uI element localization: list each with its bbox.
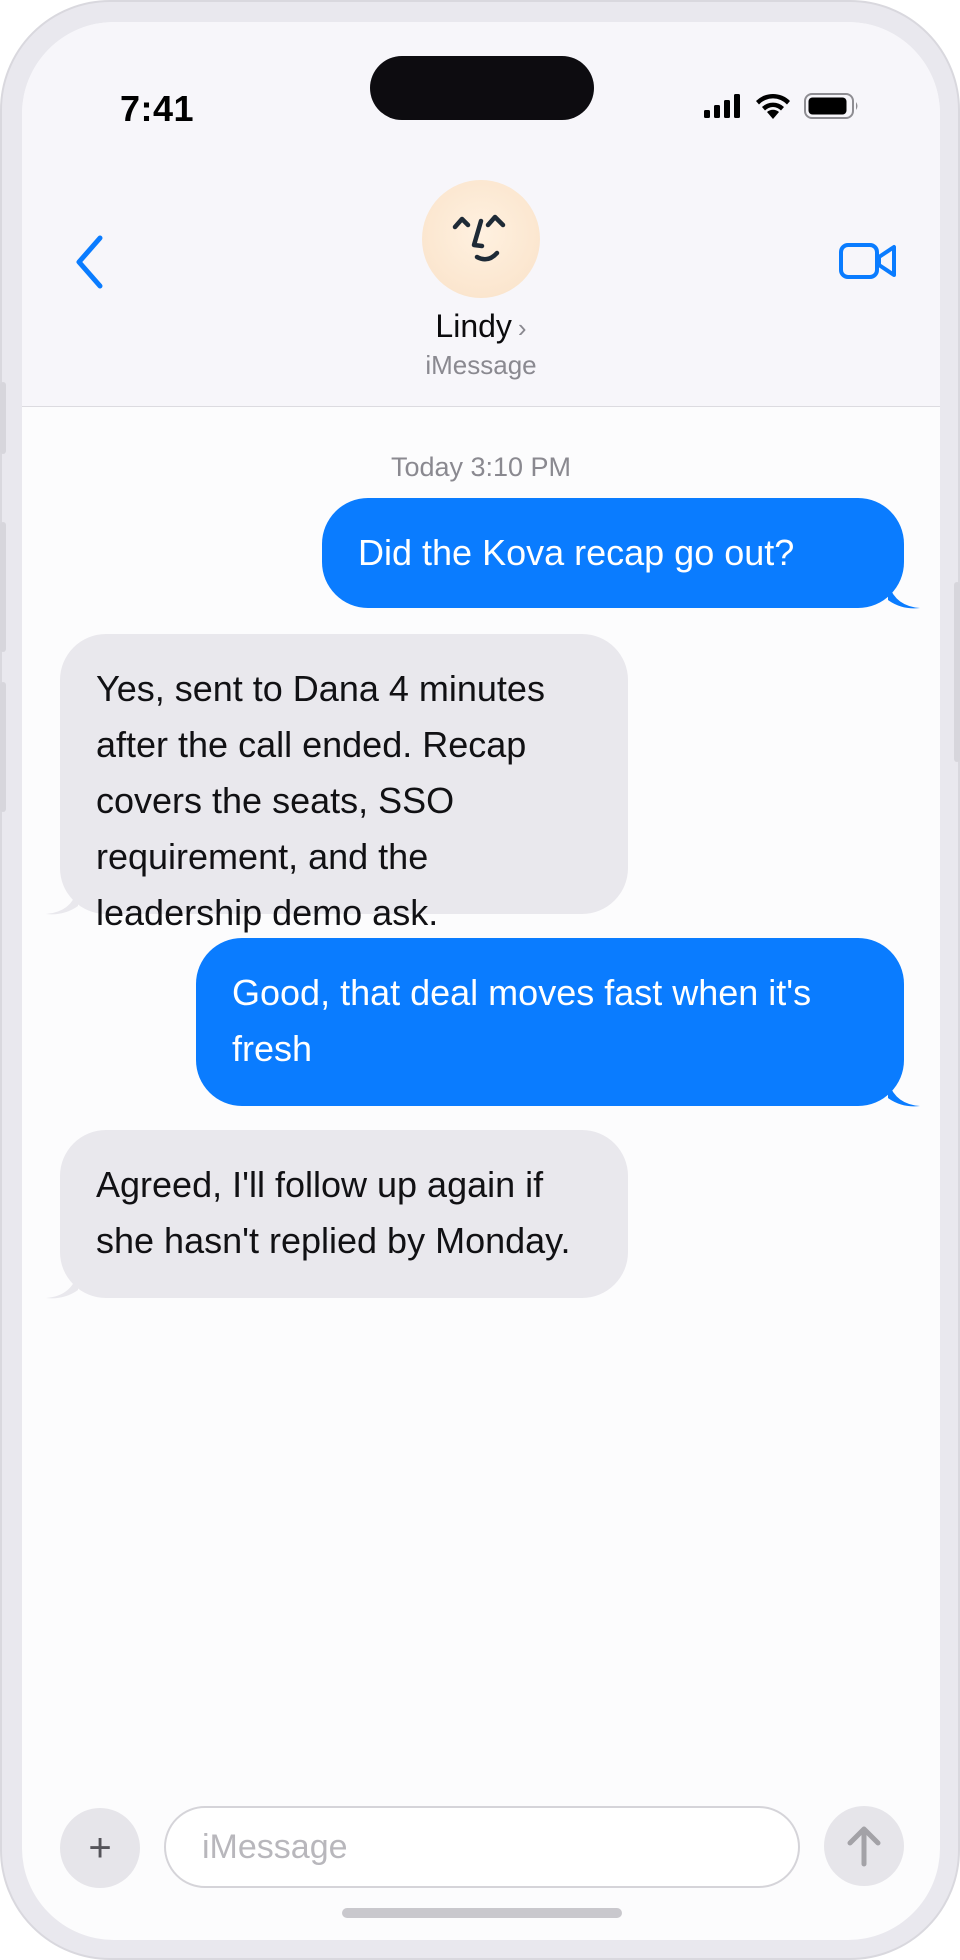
message-bubble-incoming[interactable]: Yes, sent to Dana 4 minutes after the ca…	[60, 634, 628, 933]
message-text: Yes, sent to Dana 4 minutes after the ca…	[96, 668, 545, 933]
add-attachment-button[interactable]: +	[60, 1808, 140, 1888]
status-icons	[704, 92, 860, 120]
bubble-tail	[46, 1272, 78, 1299]
bubble-tail	[888, 1080, 920, 1107]
smiley-face-icon	[452, 214, 506, 262]
arrow-up-icon	[847, 1826, 881, 1867]
phone-frame: 7:41 Lindy › iMessage Today 3:10 PM Did …	[0, 0, 960, 1960]
message-text: Agreed, I'll follow up again if she hasn…	[96, 1164, 571, 1261]
conversation-timestamp: Today 3:10 PM	[390, 452, 572, 482]
conversation-header: Lindy › iMessage	[22, 142, 940, 407]
contact-name-row[interactable]: Lindy ›	[22, 308, 940, 345]
cellular-signal-icon	[704, 94, 740, 118]
status-bar: 7:41	[22, 22, 940, 142]
message-text: Good, that deal moves fast when it's fre…	[232, 972, 812, 1069]
battery-icon	[804, 93, 858, 119]
message-bubble-outgoing[interactable]: Good, that deal moves fast when it's fre…	[196, 938, 904, 1106]
volume-up-button	[0, 522, 6, 652]
back-button[interactable]	[64, 230, 114, 294]
plus-icon: +	[88, 1825, 112, 1870]
home-indicator[interactable]	[342, 1908, 622, 1918]
message-input[interactable]	[166, 1808, 798, 1886]
dynamic-island	[370, 56, 594, 120]
power-button	[954, 582, 960, 762]
message-text: Did the Kova recap go out?	[358, 532, 795, 573]
chevron-left-icon	[76, 235, 103, 289]
message-input-field[interactable]	[164, 1806, 800, 1888]
chevron-right-icon: ›	[517, 313, 527, 343]
wifi-icon	[756, 93, 790, 119]
send-button[interactable]	[824, 1806, 904, 1886]
status-time: 7:41	[120, 88, 195, 129]
screen: 7:41 Lindy › iMessage Today 3:10 PM Did …	[22, 22, 940, 1940]
bubble-tail	[46, 888, 78, 915]
video-camera-icon[interactable]	[838, 236, 898, 286]
contact-name: Lindy	[435, 308, 512, 344]
mute-switch	[0, 382, 6, 454]
message-bubble-incoming[interactable]: Agreed, I'll follow up again if she hasn…	[60, 1130, 628, 1298]
service-label: iMessage	[425, 350, 537, 380]
volume-down-button	[0, 682, 6, 812]
message-bubble-outgoing[interactable]: Did the Kova recap go out?	[322, 498, 904, 608]
bubble-tail	[888, 582, 920, 609]
contact-avatar[interactable]	[422, 180, 540, 298]
